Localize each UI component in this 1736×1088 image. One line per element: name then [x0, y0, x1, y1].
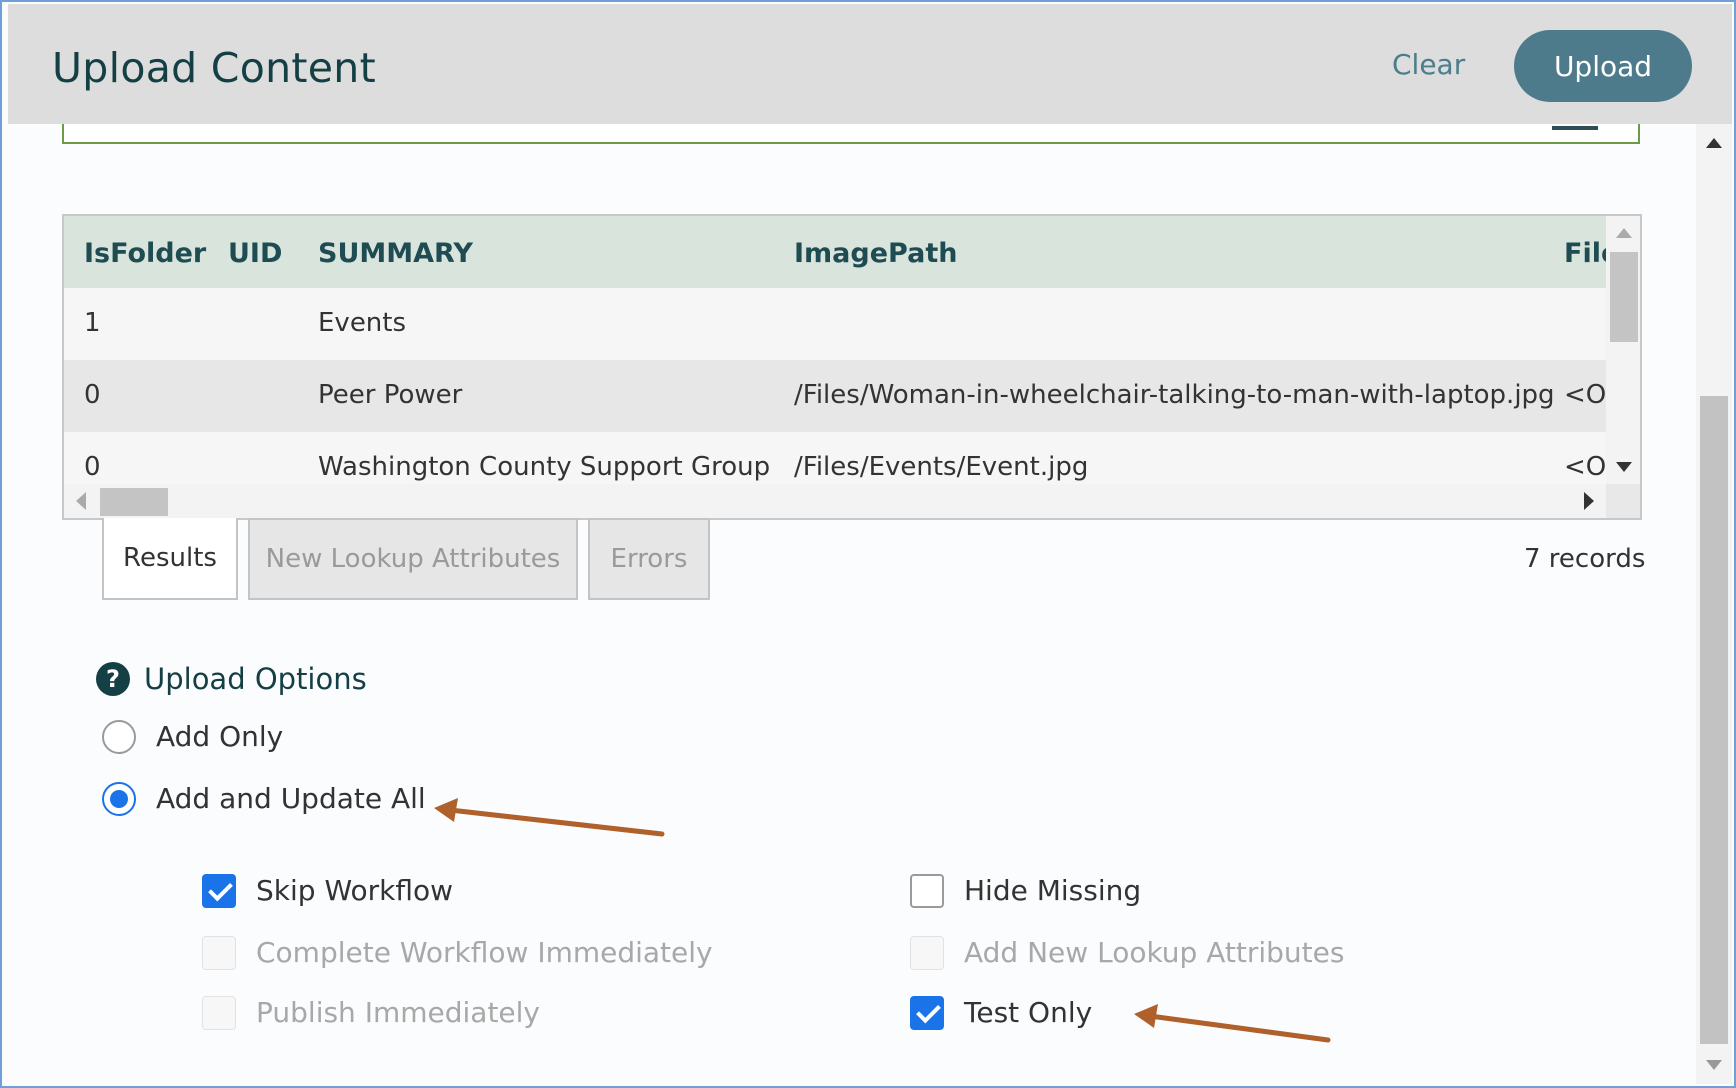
cell-summary: Events [318, 308, 407, 338]
upload-options-heading: Upload Options [144, 662, 367, 696]
complete-workflow-checkbox [202, 936, 236, 970]
scroll-up-icon[interactable] [1616, 228, 1632, 238]
clear-button[interactable]: Clear [1392, 48, 1465, 81]
cell-summary: Washington County Support Group [318, 452, 771, 482]
scroll-left-icon[interactable] [76, 492, 86, 510]
scroll-up-icon[interactable] [1706, 138, 1722, 148]
annotation-arrow-test-only [1134, 1004, 1331, 1043]
tab-new-lookup-attributes[interactable]: New Lookup Attributes [248, 518, 578, 600]
cell-isfolder: 0 [84, 452, 101, 482]
grid-header-row: IsFolder UID SUMMARY ImagePath File [64, 216, 1608, 288]
record-count: 7 records [1524, 544, 1646, 574]
skip-workflow-label[interactable]: Skip Workflow [256, 874, 453, 907]
grid-vertical-scrollbar[interactable] [1606, 216, 1640, 484]
scroll-down-icon[interactable] [1706, 1060, 1722, 1070]
scroll-right-icon[interactable] [1584, 492, 1594, 510]
publish-immediately-checkbox [202, 996, 236, 1030]
cell-file: <Op [1564, 380, 1608, 410]
column-header-isfolder[interactable]: IsFolder [84, 238, 206, 269]
page-title: Upload Content [52, 44, 376, 92]
upload-content-dialog: Upload Content Clear Upload IsFolder UID… [0, 0, 1736, 1088]
upload-button[interactable]: Upload [1514, 30, 1692, 102]
publish-immediately-label: Publish Immediately [256, 996, 541, 1029]
tab-results[interactable]: Results [102, 518, 238, 600]
add-only-label[interactable]: Add Only [156, 720, 283, 753]
annotation-arrow-add-update [434, 798, 665, 837]
cell-imagepath: /Files/Events/Event.jpg [794, 452, 1089, 482]
test-only-label[interactable]: Test Only [964, 996, 1092, 1029]
cell-isfolder: 1 [84, 308, 101, 338]
browse-button[interactable] [1552, 126, 1598, 130]
scroll-down-icon[interactable] [1616, 462, 1632, 472]
complete-workflow-label: Complete Workflow Immediately [256, 936, 713, 969]
tab-errors[interactable]: Errors [588, 518, 710, 600]
table-row[interactable]: 0 Washington County Support Group /Files… [64, 432, 1608, 484]
scrollbar-corner [1606, 484, 1640, 518]
add-only-radio[interactable] [102, 720, 136, 754]
column-header-uid[interactable]: UID [228, 238, 282, 269]
add-update-all-label[interactable]: Add and Update All [156, 782, 426, 815]
results-grid: IsFolder UID SUMMARY ImagePath File 1 Ev… [62, 214, 1642, 520]
grid-horizontal-scroll-thumb[interactable] [100, 488, 168, 516]
test-only-checkbox[interactable] [910, 996, 944, 1030]
skip-workflow-checkbox[interactable] [202, 874, 236, 908]
page-scrollbar[interactable] [1696, 124, 1732, 1084]
page-scroll-thumb[interactable] [1700, 396, 1728, 1044]
table-row[interactable]: 1 Events [64, 288, 1608, 360]
hide-missing-checkbox[interactable] [910, 874, 944, 908]
help-icon[interactable]: ? [96, 662, 130, 696]
column-header-summary[interactable]: SUMMARY [318, 238, 473, 269]
cell-isfolder: 0 [84, 380, 101, 410]
table-row[interactable]: 0 Peer Power /Files/Woman-in-wheelchair-… [64, 360, 1608, 432]
add-lookup-attributes-label: Add New Lookup Attributes [964, 936, 1345, 969]
column-header-file[interactable]: File [1564, 238, 1608, 269]
hide-missing-label[interactable]: Hide Missing [964, 874, 1141, 907]
grid-horizontal-scrollbar[interactable] [64, 484, 1608, 518]
add-update-all-radio[interactable] [102, 782, 136, 816]
cell-summary: Peer Power [318, 380, 463, 410]
cell-file: <Op [1564, 452, 1608, 482]
add-lookup-attributes-checkbox [910, 936, 944, 970]
dialog-header: Upload Content Clear Upload [8, 4, 1732, 124]
column-header-imagepath[interactable]: ImagePath [794, 238, 957, 269]
grid-vertical-scroll-thumb[interactable] [1610, 252, 1638, 342]
cell-imagepath: /Files/Woman-in-wheelchair-talking-to-ma… [794, 380, 1555, 410]
